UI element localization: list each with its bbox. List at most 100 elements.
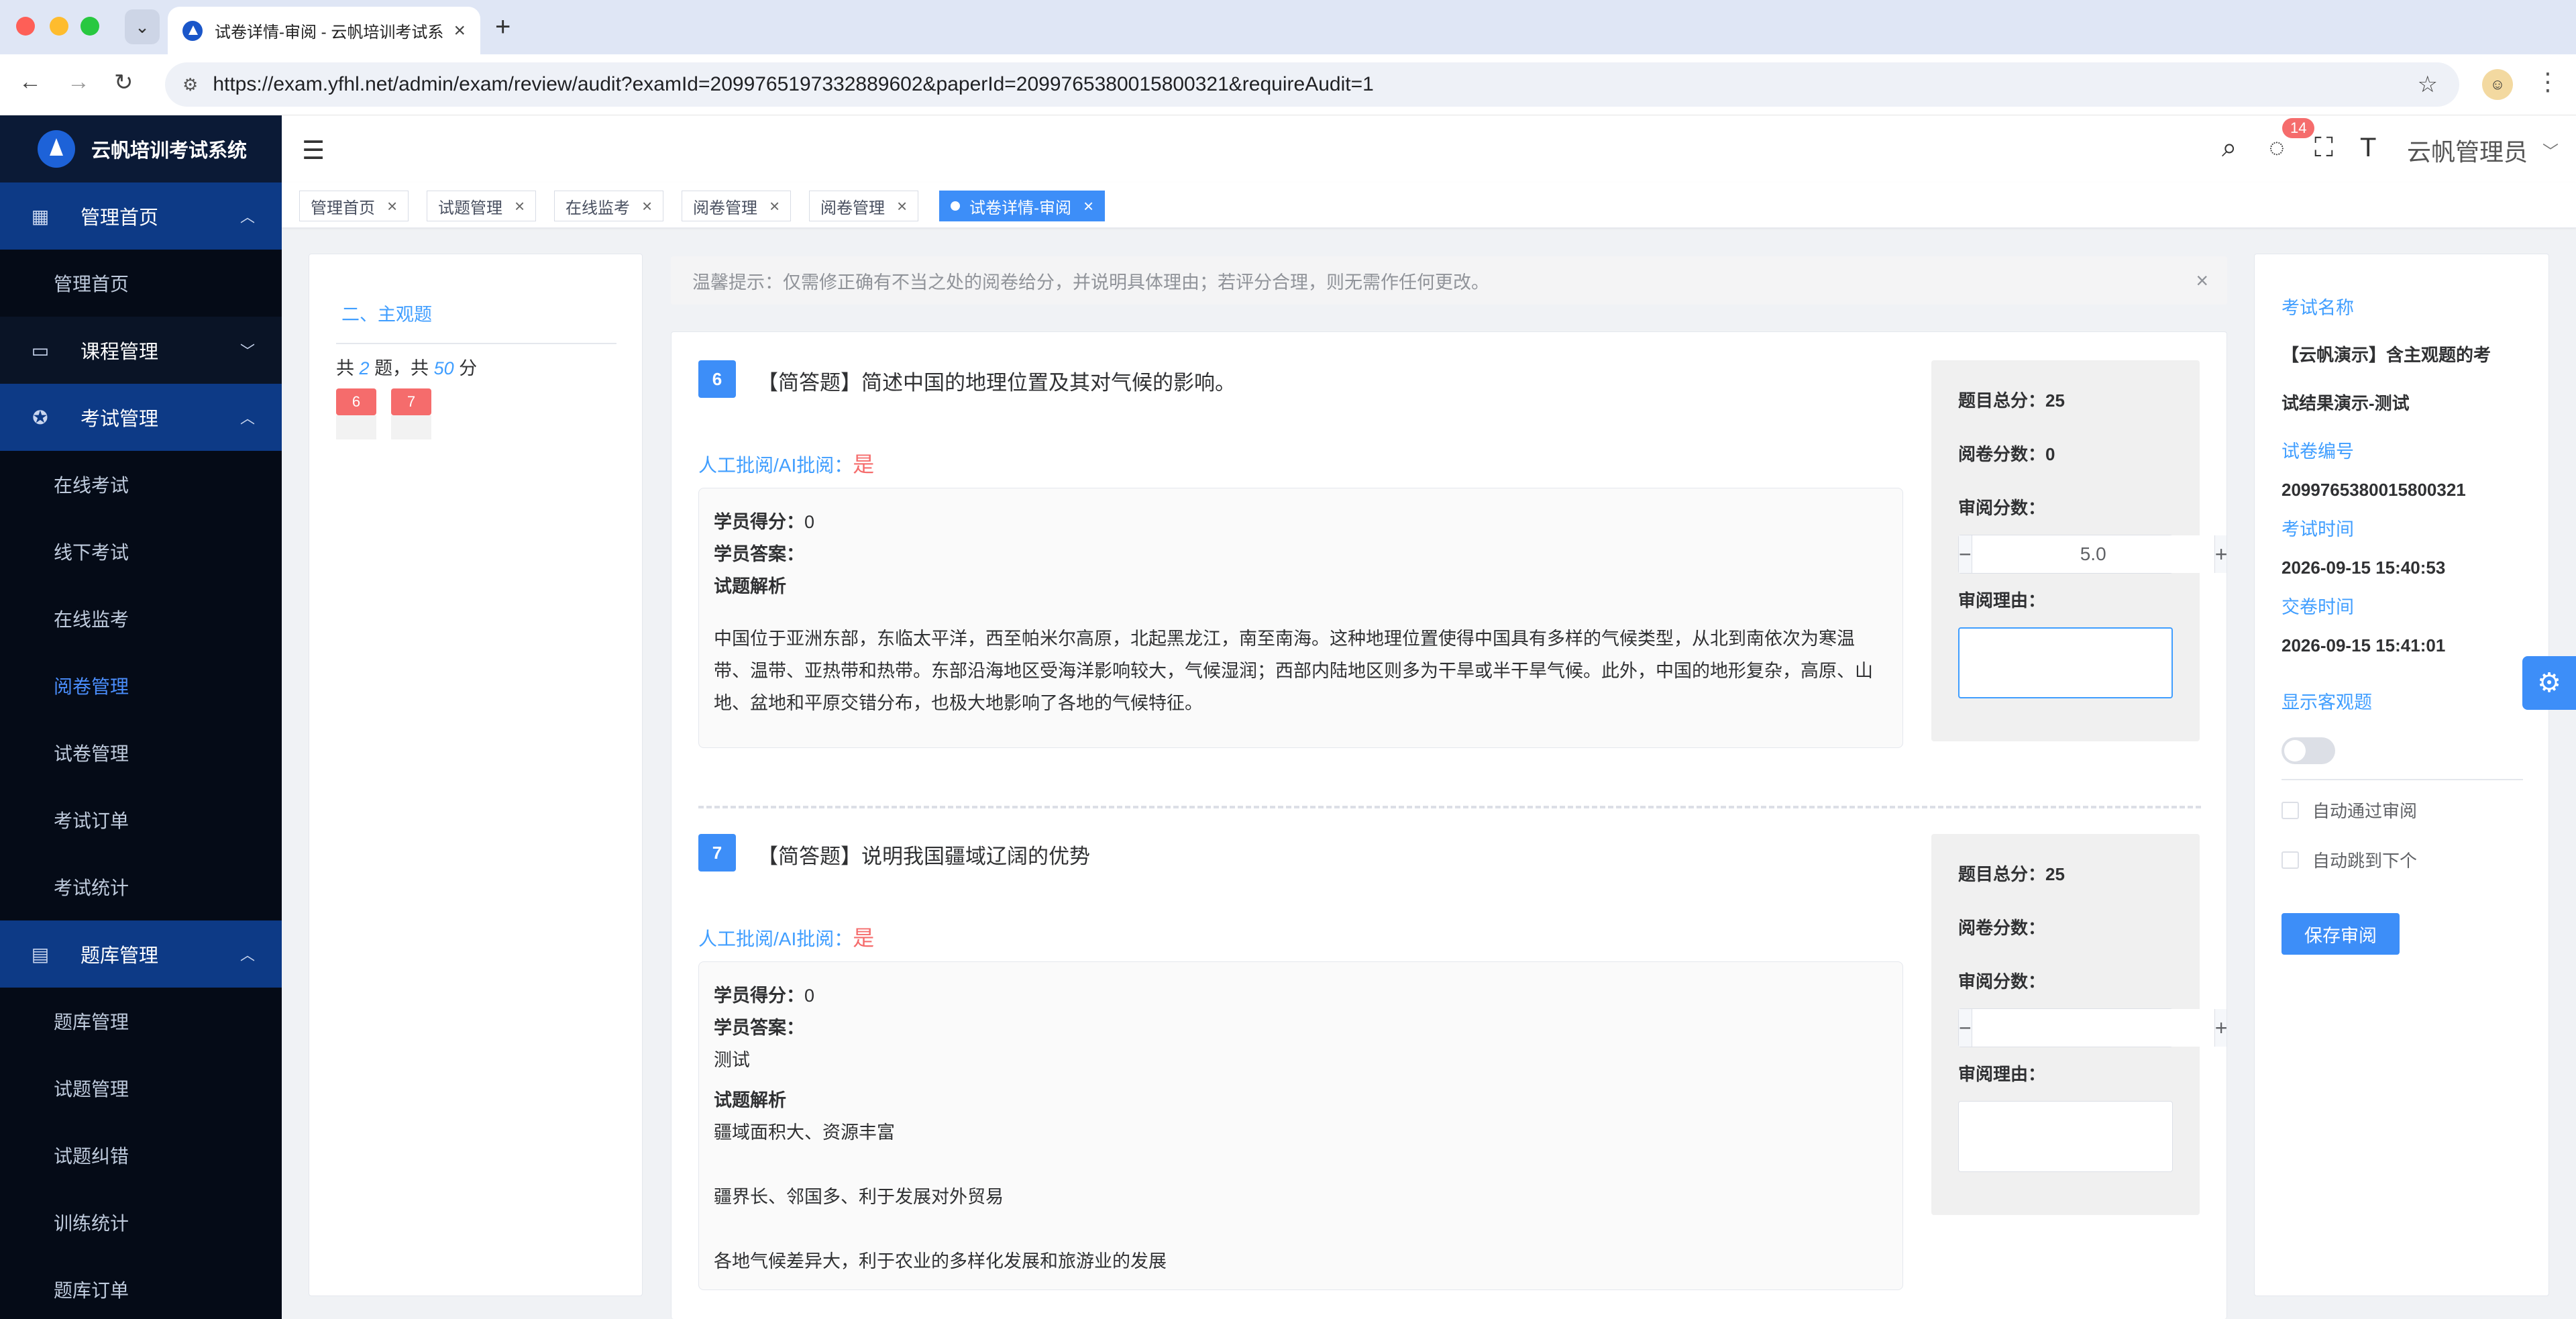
review-score-input[interactable] (1972, 1009, 2214, 1047)
browser-tab-strip: ⌄ 试卷详情-审阅 - 云帆培训考试系 × + (0, 0, 2576, 54)
tab-search-icon[interactable]: ⌄ (125, 9, 160, 44)
settings-gear-icon[interactable]: ⚙ (2522, 656, 2576, 710)
chevron-down-icon: ﹀ (239, 343, 255, 360)
site-settings-icon[interactable]: ⚙ (182, 74, 198, 95)
chevron-down-icon[interactable]: ﹀ (2542, 138, 2559, 162)
menu-item-online-exam[interactable]: 在线考试 (0, 451, 282, 518)
exam-name-line: 【云帆演示】含主观题的考 (2282, 345, 2491, 365)
score-panel: 题目总分：25 阅卷分数：0 审阅分数： − + 审阅理由： (1931, 360, 2226, 741)
tag-grading-1[interactable]: 阅卷管理 × (682, 191, 792, 221)
chevron-up-icon: ︿ (239, 947, 255, 963)
analysis-line: 疆界长、邻国多、利于发展对外贸易 (714, 1187, 1004, 1207)
decrement-button[interactable]: − (1959, 1009, 1972, 1047)
exam-name-line: 试结果演示-测试 (2282, 393, 2410, 413)
profile-avatar[interactable]: ☺ (2482, 69, 2513, 100)
bookmark-star-icon[interactable]: ☆ (2418, 71, 2438, 98)
menu-item-papers[interactable]: 试卷管理 (0, 719, 282, 786)
save-review-button[interactable]: 保存审阅 (2282, 913, 2400, 955)
menu-group-course[interactable]: ▭ 课程管理 ﹀ (0, 317, 282, 384)
menu-item-bank-manage[interactable]: 题库管理 (0, 988, 282, 1055)
total-score-line: 题目总分：25 (1958, 864, 2065, 884)
menu-item-error-report[interactable]: 试题纠错 (0, 1122, 282, 1189)
tag-grading-2[interactable]: 阅卷管理 × (809, 191, 919, 221)
menu-item-offline-exam[interactable]: 线下考试 (0, 518, 282, 585)
show-objective-toggle[interactable] (2282, 737, 2335, 764)
menu-group-exam[interactable]: ✪ 考试管理 ︿ (0, 384, 282, 451)
close-icon[interactable]: × (642, 196, 652, 217)
question-chip[interactable]: 7 (391, 388, 431, 415)
question-number: 7 (698, 834, 736, 872)
section-title: 二、主观题 (341, 305, 432, 325)
url-field[interactable]: ⚙ https://exam.yfhl.net/admin/exam/revie… (165, 62, 2459, 107)
menu-item-exam-stats[interactable]: 考试统计 (0, 853, 282, 920)
reason-textarea[interactable] (1958, 627, 2173, 698)
maximize-window-button[interactable] (80, 17, 99, 36)
search-icon[interactable]: ⌕ (2222, 133, 2237, 163)
collapse-menu-icon[interactable]: ☰ (302, 136, 325, 166)
close-icon[interactable]: × (515, 196, 525, 217)
fullscreen-icon[interactable]: ⛶ (2314, 133, 2333, 163)
minimize-window-button[interactable] (50, 17, 68, 36)
close-icon[interactable]: × (387, 196, 397, 217)
auto-next-checkbox[interactable]: 自动跳到下个 (2282, 847, 2417, 872)
question-separator (698, 806, 2201, 808)
user-menu[interactable]: 云帆管理员 (2407, 133, 2528, 168)
tip-text: 温馨提示：仅需修正确有不当之处的阅卷给分，并说明具体理由；若评分合理，则无需作任… (692, 272, 1489, 293)
new-tab-icon[interactable]: + (495, 12, 511, 42)
checkbox-box[interactable] (2282, 851, 2299, 869)
menu-item-exam-orders[interactable]: 考试订单 (0, 786, 282, 853)
sidebar: 云帆培训考试系统 ▦ 管理首页 ︿ 管理首页 ▭ 课程管理 ﹀ ✪ 考试管理 ︿… (0, 115, 282, 1319)
increment-button[interactable]: + (2214, 1009, 2226, 1047)
app-logo[interactable]: 云帆培训考试系统 (0, 115, 282, 182)
tag-home[interactable]: 管理首页 × (299, 191, 409, 221)
submit-time-label: 交卷时间 (2282, 597, 2354, 617)
font-size-icon[interactable]: T (2360, 133, 2376, 163)
checkbox-label: 自动跳到下个 (2312, 851, 2418, 871)
total-score-line: 题目总分：25 (1958, 390, 2065, 411)
close-icon[interactable]: × (1083, 196, 1093, 217)
review-score-input[interactable] (1972, 535, 2214, 573)
close-tab-icon[interactable]: × (453, 19, 466, 42)
book-icon: ▤ (31, 943, 50, 965)
show-objective-label: 显示客观题 (2282, 692, 2372, 713)
section-summary: 共 2 题，共 50 分 (336, 358, 478, 378)
menu-item-home[interactable]: 管理首页 (0, 250, 282, 317)
url-text: https://exam.yfhl.net/admin/exam/review/… (213, 73, 1374, 95)
question-count: 2 (359, 358, 370, 378)
auto-pass-checkbox[interactable]: 自动通过审阅 (2282, 798, 2417, 823)
menu-group-question-bank[interactable]: ▤ 题库管理 ︿ (0, 920, 282, 988)
menu-group-label: 课程管理 (80, 341, 159, 363)
close-icon[interactable]: × (2196, 268, 2208, 293)
tags-view: 管理首页 × 试题管理 × 在线监考 × 阅卷管理 × 阅卷管理 × 试卷详情-审阅 × (282, 182, 2576, 228)
tag-proctoring[interactable]: 在线监考 × (554, 191, 664, 221)
reload-icon[interactable]: ↻ (114, 69, 133, 96)
menu-item-grading[interactable]: 阅卷管理 (0, 652, 282, 719)
monitor-icon: ▭ (31, 339, 50, 361)
menu-item-training-stats[interactable]: 训练统计 (0, 1189, 282, 1256)
menu-item-proctoring[interactable]: 在线监考 (0, 585, 282, 652)
review-score-stepper: − + (1958, 1008, 2226, 1047)
decrement-button[interactable]: − (1959, 535, 1972, 573)
message-icon[interactable]: ◌ (2269, 133, 2285, 163)
app-header: ☰ ⌕ ◌ 14 ⛶ T 云帆管理员 ﹀ (282, 115, 2576, 182)
checkbox-box[interactable] (2282, 801, 2299, 819)
tag-paper-review[interactable]: 试卷详情-审阅 × (939, 191, 1106, 221)
close-window-button[interactable] (16, 17, 35, 36)
browser-menu-icon[interactable]: ⋮ (2536, 68, 2560, 96)
close-icon[interactable]: × (769, 196, 780, 217)
forward-arrow-icon[interactable]: → (67, 69, 90, 95)
increment-button[interactable]: + (2214, 535, 2226, 573)
menu-item-question-manage[interactable]: 试题管理 (0, 1055, 282, 1122)
menu-item-bank-orders[interactable]: 题库订单 (0, 1256, 282, 1319)
browser-tab[interactable]: 试卷详情-审阅 - 云帆培训考试系 × (168, 7, 480, 54)
close-icon[interactable]: × (897, 196, 907, 217)
question-chip[interactable]: 6 (336, 388, 376, 415)
tip-alert: 温馨提示：仅需修正确有不当之处的阅卷给分，并说明具体理由；若评分合理，则无需作任… (671, 256, 2227, 305)
reason-textarea[interactable] (1958, 1101, 2173, 1172)
student-answer-label: 学员答案： (714, 1018, 804, 1038)
chevron-up-icon: ︿ (239, 209, 255, 225)
menu-group-home[interactable]: ▦ 管理首页 ︿ (0, 182, 282, 250)
marked-score-line: 阅卷分数：0 (1958, 444, 2055, 464)
tag-questions[interactable]: 试题管理 × (427, 191, 537, 221)
back-arrow-icon[interactable]: ← (19, 69, 42, 95)
